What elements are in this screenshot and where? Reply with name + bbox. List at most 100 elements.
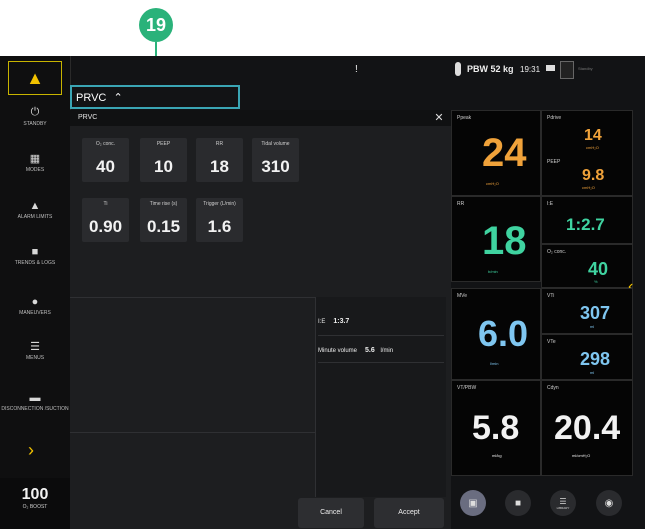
o2-boost-button[interactable]: 100 O₂ BOOST xyxy=(0,478,70,529)
panel-cdyn[interactable]: Cdyn 20.4 ml/cmH₂O xyxy=(541,380,633,476)
divider xyxy=(70,297,315,298)
sidebar-item-label: DISCONNECTION /SUCTION xyxy=(1,406,69,412)
setting-value: 0.90 xyxy=(88,217,123,236)
record-icon: ■ xyxy=(514,497,522,509)
ie-panel-value: 1:2.7 xyxy=(566,215,605,234)
library-label: LIBRARY xyxy=(556,505,570,510)
ppeak-value: 24 xyxy=(482,131,527,175)
ie-label: I:E xyxy=(318,319,326,325)
sidebar-item-maneuvers[interactable]: ● MANEUVERS xyxy=(0,296,70,316)
vte-value: 298 xyxy=(580,349,611,369)
ppeak-unit: cmH₂O xyxy=(486,181,499,186)
lock-icon: ◉ xyxy=(604,497,614,509)
setting-value: 40 xyxy=(96,157,115,176)
sidebar-item-label: STANDBY xyxy=(23,121,47,127)
cdyn-unit: ml/cmH₂O xyxy=(572,453,591,458)
rr-label: RR xyxy=(457,201,465,207)
patient-weight[interactable]: PBW 52 kg xyxy=(467,64,514,74)
sidebar-item-label: TRENDS & LOGS xyxy=(14,260,56,266)
o2-boost-label: O₂ BOOST xyxy=(22,504,48,510)
panel-pdrive-peep[interactable]: Pdrive 14 cmH₂O PEEP 9.8 cmH₂O xyxy=(541,110,633,196)
clock: 19:31 xyxy=(520,65,541,74)
panel-vti[interactable]: VTi 307 ml xyxy=(541,288,633,334)
setting-value: 10 xyxy=(154,157,173,176)
library-icon: ☰ xyxy=(559,496,567,506)
cdyn-value: 20.4 xyxy=(554,409,621,447)
vtpbw-unit: ml/kg xyxy=(492,453,502,458)
calculated-values-box xyxy=(315,297,446,497)
rr-unit: b/min xyxy=(488,269,498,274)
status-bar: ! PBW 52 kg 19:31 Standby xyxy=(70,56,645,86)
patient-icon xyxy=(455,62,461,76)
panel-mve[interactable]: MVe 6.0 l/min xyxy=(451,288,541,380)
sidebar-item-modes[interactable]: ▦ MODES xyxy=(0,152,70,173)
vti-value: 307 xyxy=(580,303,611,323)
camera-icon: ▣ xyxy=(468,497,478,509)
sidebar-item-label: MENUS xyxy=(25,355,45,361)
record-button[interactable]: ■ xyxy=(505,490,531,516)
setting-ti[interactable]: Ti 0.90 xyxy=(82,198,129,242)
trends-icon: ■ xyxy=(31,246,39,258)
sidebar-item-trends[interactable]: ■ TRENDS & LOGS xyxy=(0,246,70,266)
setting-tidal-volume[interactable]: Tidal volume 310 xyxy=(252,138,299,182)
status-text: Standby xyxy=(578,66,593,71)
panel-vt-pbw[interactable]: VT/PBW 5.8 ml/kg xyxy=(451,380,541,476)
panel-rr[interactable]: RR 18 b/min xyxy=(451,196,541,282)
mv-value: 5.6 xyxy=(365,347,375,354)
bell-icon: ▲ xyxy=(26,67,44,88)
vtpbw-value: 5.8 xyxy=(472,409,520,447)
ie-readout: I:E 1:3.7 xyxy=(318,318,349,325)
setting-trigger[interactable]: Trigger (L/min) 1.6 xyxy=(196,198,243,242)
setting-label: Tidal volume xyxy=(261,141,290,147)
camera-button[interactable]: ▣ xyxy=(460,490,486,516)
expand-chevron-icon[interactable]: › xyxy=(28,440,34,461)
sidebar-item-menus[interactable]: ☰ MENUS xyxy=(0,340,70,361)
menu-icon: ☰ xyxy=(30,341,40,353)
o2-unit: % xyxy=(594,279,598,284)
lock-button[interactable]: ◉ xyxy=(596,490,622,516)
grid-icon: ▦ xyxy=(29,153,41,165)
sidebar-item-alarm-limits[interactable]: ▲ ALARM LIMITS xyxy=(0,200,70,220)
ppeak-label: Ppeak xyxy=(457,115,472,121)
sidebar-item-disconnection[interactable]: ▬ DISCONNECTION /SUCTION xyxy=(0,392,70,412)
vti-unit: ml xyxy=(590,324,595,329)
mve-unit: l/min xyxy=(490,361,499,366)
setting-value: 0.15 xyxy=(146,217,181,236)
alarm-limits-icon: ▲ xyxy=(29,200,41,212)
rr-value: 18 xyxy=(482,219,527,263)
setting-label: O₂ conc. xyxy=(95,141,116,147)
pdrive-unit: cmH₂O xyxy=(586,145,599,150)
cancel-button[interactable]: Cancel xyxy=(298,498,364,528)
setting-label: Time rise (s) xyxy=(149,201,178,207)
library-button[interactable]: ☰ LIBRARY xyxy=(550,490,576,516)
panel-vte[interactable]: VTe 298 ml xyxy=(541,334,633,380)
o2-boost-value: 100 xyxy=(21,486,49,503)
panel-ppeak[interactable]: Ppeak 24 cmH₂O xyxy=(451,110,541,196)
panel-ie[interactable]: I:E 1:2.7 xyxy=(541,196,633,244)
close-icon[interactable]: ✕ xyxy=(430,110,448,126)
accept-button[interactable]: Accept xyxy=(374,498,444,528)
pdrive-value: 14 xyxy=(584,127,602,144)
sidebar-item-standby[interactable]: ⏻ STANDBY xyxy=(0,106,70,127)
panel-o2[interactable]: O₂ conc. 40 % xyxy=(541,244,633,288)
setting-value: 310 xyxy=(261,157,290,176)
suction-icon: ▬ xyxy=(29,392,41,404)
mve-value: 6.0 xyxy=(478,313,529,354)
battery-icon xyxy=(546,65,555,71)
setting-value: 18 xyxy=(210,157,229,176)
standby-icon[interactable] xyxy=(560,61,574,79)
setting-peep[interactable]: PEEP 10 xyxy=(140,138,187,182)
callout-highlight xyxy=(70,85,240,109)
o2-value: 40 xyxy=(588,259,609,279)
ie-panel-label: I:E xyxy=(547,201,554,207)
alarm-button[interactable]: ▲ xyxy=(8,61,62,95)
callout-marker: 19 xyxy=(139,8,173,42)
setting-time-rise[interactable]: Time rise (s) 0.15 xyxy=(140,198,187,242)
vti-label: VTi xyxy=(547,293,555,299)
alert-indicator[interactable]: ! xyxy=(355,64,358,75)
divider xyxy=(318,335,444,336)
minute-volume-readout: Minute volume 5.6 l/min xyxy=(318,347,393,354)
setting-o2[interactable]: O₂ conc. 40 xyxy=(82,138,129,182)
setting-rr[interactable]: RR 18 xyxy=(196,138,243,182)
mve-label: MVe xyxy=(457,293,468,299)
